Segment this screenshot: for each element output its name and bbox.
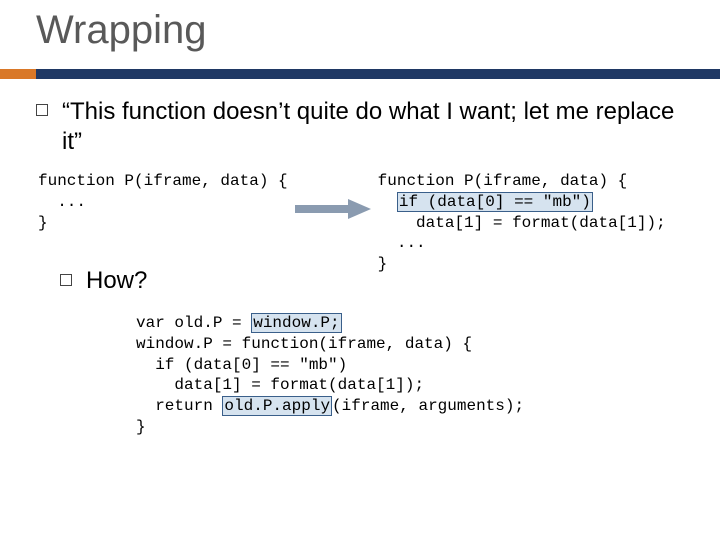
code-right-hl: if (data[0] == "mb"): [397, 192, 593, 212]
cb-l1a: var old.P =: [136, 314, 251, 332]
accent-navy: [36, 69, 720, 79]
cb-l5c: (iframe, arguments);: [332, 397, 524, 415]
cb-l6: }: [136, 418, 146, 436]
bullet-icon: [60, 274, 72, 286]
code-left-l3: }: [38, 214, 48, 232]
arrow-icon: [293, 197, 373, 221]
code-right-l4: ...: [378, 234, 426, 252]
code-right-l1: function P(iframe, data) {: [378, 172, 628, 190]
cb-l2: window.P = function(iframe, data) {: [136, 335, 472, 353]
code-left: function P(iframe, data) { ... }: [38, 171, 288, 233]
accent-rule: [0, 69, 720, 79]
code-right-l5: }: [378, 255, 388, 273]
code-left-l2: ...: [38, 193, 86, 211]
cb-l4: data[1] = format(data[1]);: [136, 376, 424, 394]
bullet-row-1: “This function doesn’t quite do what I w…: [36, 97, 700, 157]
slide-title: Wrapping: [36, 8, 720, 53]
arrow-wrap: [288, 171, 378, 221]
bullet-icon: [36, 104, 48, 116]
code-columns: function P(iframe, data) { ... } functio…: [38, 171, 700, 275]
title-area: Wrapping: [0, 0, 720, 53]
code-right-l3: data[1] = format(data[1]);: [378, 214, 666, 232]
cb-hl2: old.P.apply: [222, 396, 332, 416]
cb-hl1: window.P;: [251, 313, 341, 333]
code-right-l2a: [378, 193, 397, 211]
cb-l5a: return: [136, 397, 222, 415]
bullet-text-1: “This function doesn’t quite do what I w…: [62, 97, 700, 157]
code-bottom: var old.P = window.P; window.P = functio…: [136, 313, 700, 438]
code-right: function P(iframe, data) { if (data[0] =…: [378, 171, 666, 275]
code-left-l1: function P(iframe, data) {: [38, 172, 288, 190]
accent-orange: [0, 69, 36, 79]
content-area: “This function doesn’t quite do what I w…: [0, 79, 720, 438]
cb-l3: if (data[0] == "mb"): [136, 356, 347, 374]
